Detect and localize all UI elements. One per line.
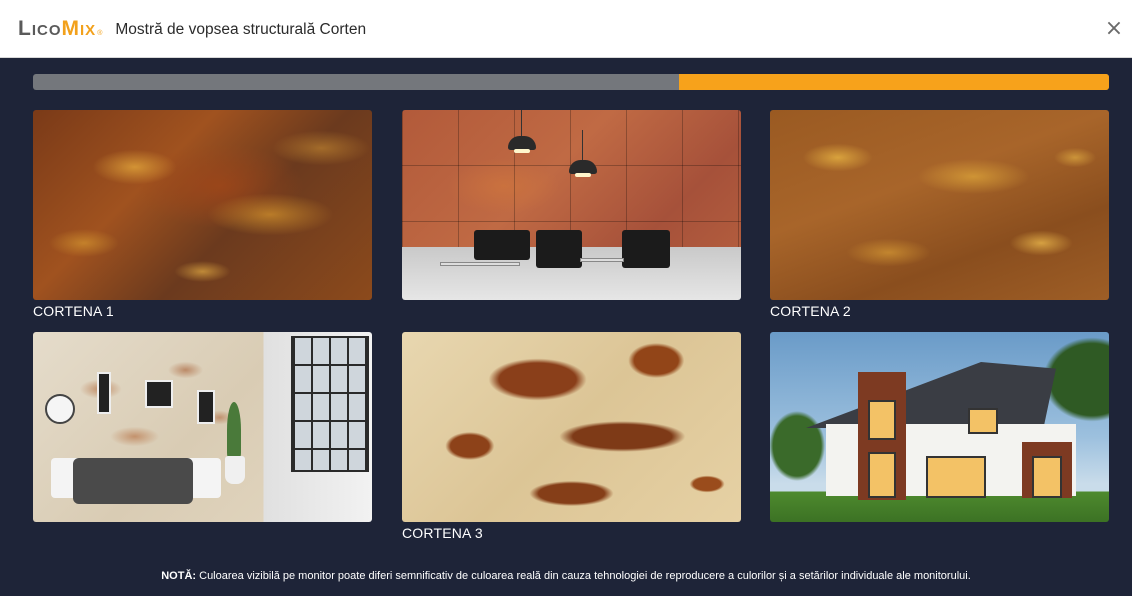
disclaimer-note: NOTĂ: Culoarea vizibilă pe monitor poate…	[0, 570, 1132, 582]
sample-image-cortena-3[interactable]	[402, 332, 741, 522]
lit-window-icon	[1032, 456, 1062, 498]
modal-header: Lico Mix ® Mostră de vopsea structurală Co…	[0, 0, 1132, 58]
note-text: Culoarea vizibilă pe monitor poate difer…	[196, 570, 971, 582]
lit-window-icon	[868, 452, 896, 498]
progress-bar	[33, 74, 1109, 90]
caption-cortena-1: CORTENA 1	[33, 303, 114, 319]
note-label: NOTĂ:	[161, 570, 197, 582]
lit-window-icon	[968, 408, 998, 434]
progress-fill	[678, 74, 1109, 90]
lit-window-icon	[926, 456, 986, 498]
picture-frame-icon	[97, 372, 111, 414]
modal-title: Mostră de vopsea structurală Corten	[115, 20, 367, 38]
pendant-lamp-icon	[569, 130, 597, 177]
pendant-lamp-icon	[508, 110, 536, 153]
sample-image-house[interactable]	[770, 332, 1109, 522]
picture-frame-icon	[197, 390, 215, 424]
clock-icon	[45, 394, 75, 424]
close-icon[interactable]: ×	[1104, 18, 1124, 40]
caption-cortena-3: CORTENA 3	[402, 525, 483, 541]
caption-cortena-2: CORTENA 2	[770, 303, 851, 319]
blanket-icon	[73, 458, 193, 504]
coffee-table-icon	[580, 258, 624, 262]
plant-icon	[227, 402, 241, 458]
licomix-logo: Lico Mix ®	[18, 16, 104, 40]
sample-image-cortena-2[interactable]	[770, 110, 1109, 300]
sample-image-interior-lamps[interactable]	[402, 110, 741, 300]
sample-image-bedroom[interactable]	[33, 332, 372, 522]
plant-pot-icon	[225, 456, 245, 484]
sofa-icon	[474, 230, 530, 260]
sofa-icon	[536, 230, 582, 268]
house-roof-icon	[806, 362, 1056, 428]
coffee-table-icon	[440, 262, 520, 266]
picture-frame-icon	[145, 380, 173, 408]
sofa-icon	[622, 230, 670, 268]
sample-image-cortena-1[interactable]	[33, 110, 372, 300]
window-icon	[291, 336, 369, 472]
lit-window-icon	[868, 400, 896, 440]
